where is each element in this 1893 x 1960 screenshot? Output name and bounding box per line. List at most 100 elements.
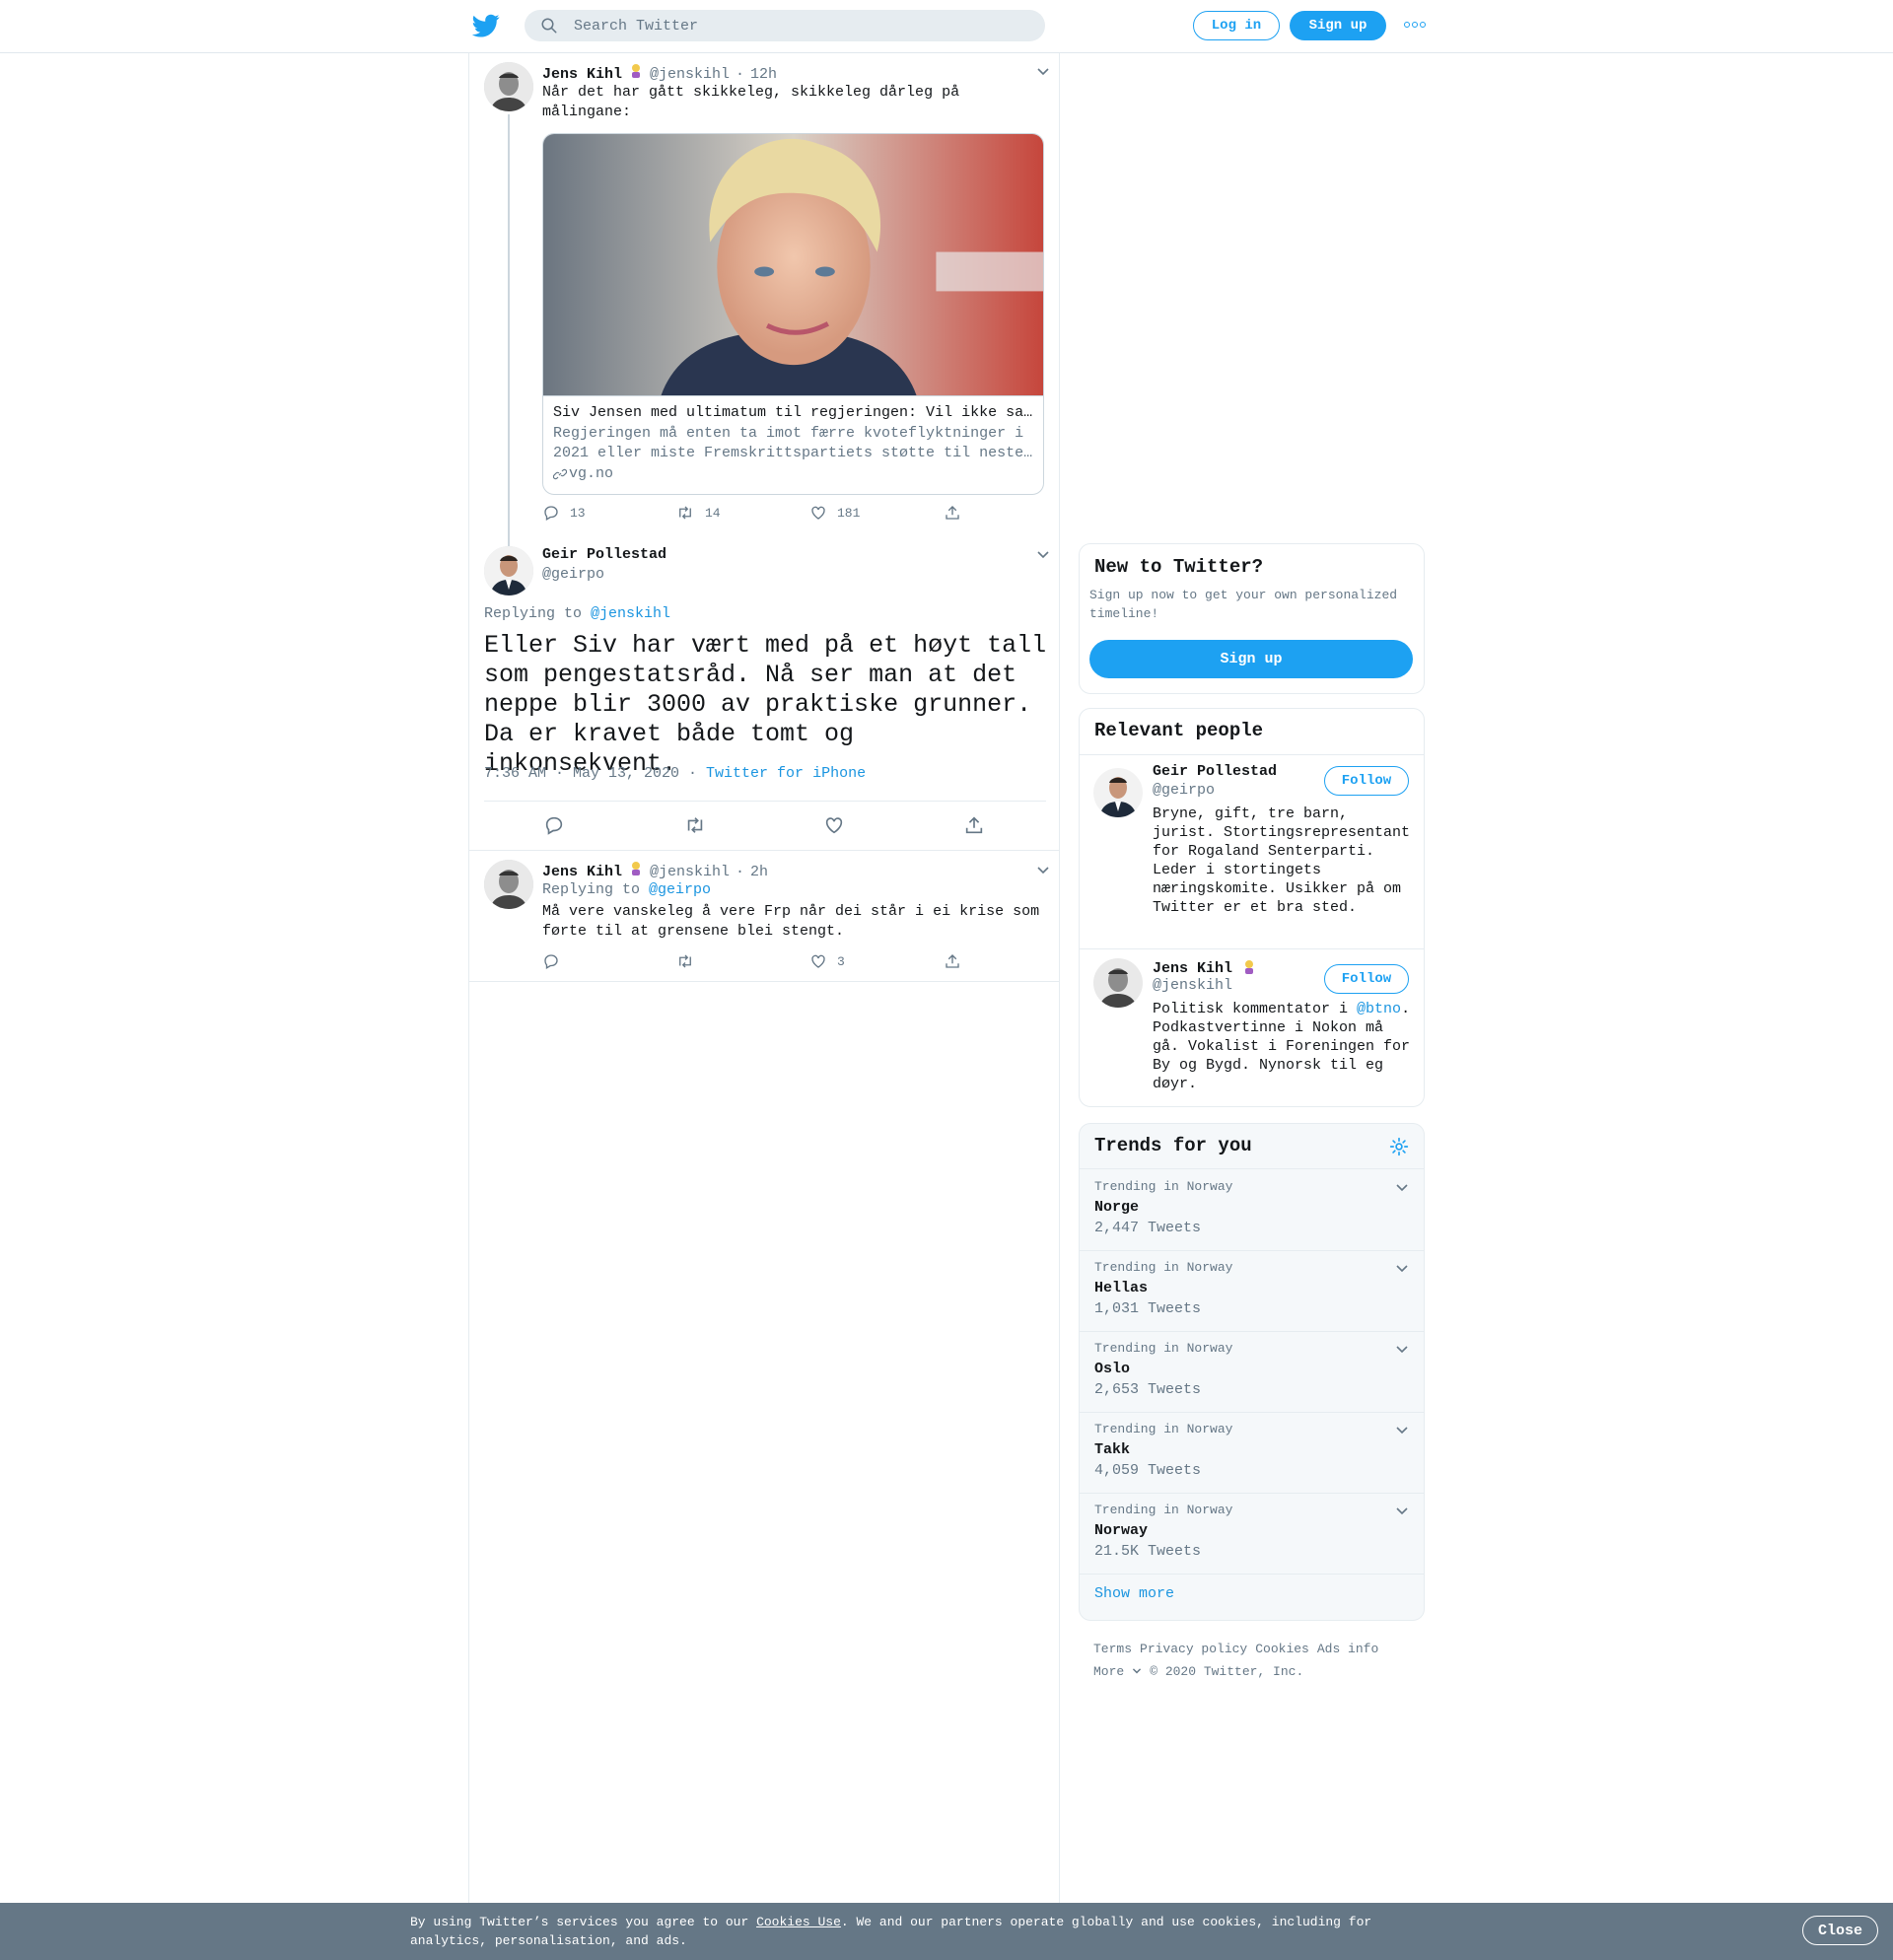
author-name[interactable]: Jens Kihl — [542, 864, 622, 880]
dot-separator: · — [736, 66, 745, 83]
heart-icon — [825, 817, 843, 834]
gear-icon[interactable] — [1389, 1137, 1409, 1156]
trend-context: Trending in Norway — [1094, 1341, 1233, 1356]
more-options-icon[interactable] — [1404, 22, 1426, 28]
reply-icon — [544, 506, 558, 521]
like-button[interactable] — [823, 814, 845, 836]
chevron-down-icon[interactable] — [1395, 1506, 1409, 1516]
mention-link[interactable]: @geirpo — [649, 881, 711, 898]
like-count: 3 — [837, 953, 845, 969]
footer-link-ads[interactable]: Ads info — [1317, 1642, 1378, 1656]
chevron-down-icon[interactable] — [1036, 866, 1050, 875]
share-button[interactable] — [944, 504, 961, 522]
trend-count: 1,031 Tweets — [1094, 1300, 1202, 1317]
person-name[interactable]: Jens Kihl — [1153, 958, 1257, 977]
divider — [469, 850, 1059, 851]
mention-link[interactable]: @btno — [1357, 1001, 1401, 1017]
search-input[interactable] — [574, 17, 1008, 35]
show-more-link[interactable]: Show more — [1094, 1585, 1174, 1602]
author-handle[interactable]: @jenskihl — [650, 66, 730, 83]
login-button[interactable]: Log in — [1193, 11, 1280, 40]
chevron-down-icon[interactable] — [1036, 67, 1050, 77]
trend-context: Trending in Norway — [1094, 1179, 1233, 1194]
footer-link-cookies[interactable]: Cookies — [1255, 1642, 1309, 1656]
footer-link-terms[interactable]: Terms — [1093, 1642, 1132, 1656]
share-button[interactable] — [963, 814, 985, 836]
tweet-text: Må vere vanskeleg å vere Frp når dei stå… — [542, 903, 1040, 940]
cookies-use-link[interactable]: Cookies Use — [756, 1915, 841, 1929]
trend-name[interactable]: Oslo — [1094, 1361, 1130, 1377]
person-card[interactable]: Jens Kihl @jenskihl Follow Politisk komm… — [1080, 948, 1424, 1106]
footer-link-privacy[interactable]: Privacy policy — [1140, 1642, 1247, 1656]
cookie-close-button[interactable]: Close — [1802, 1916, 1878, 1945]
chevron-down-icon — [1133, 1668, 1142, 1674]
trend-item[interactable]: Trending in Norway Norway 21.5K Tweets — [1080, 1493, 1424, 1574]
author-name[interactable]: Jens Kihl — [542, 66, 622, 83]
search-bar[interactable] — [525, 10, 1045, 41]
follow-button[interactable]: Follow — [1324, 964, 1409, 994]
sidebar-signup-button[interactable]: Sign up — [1089, 640, 1413, 678]
person-handle[interactable]: @geirpo — [1153, 782, 1215, 799]
retweet-button[interactable] — [675, 952, 695, 970]
person-card[interactable]: Geir Pollestad @geirpo Follow Bryne, gif… — [1080, 754, 1424, 948]
retweet-icon — [687, 817, 703, 833]
author-handle[interactable]: @jenskihl — [650, 864, 730, 880]
avatar[interactable] — [1093, 958, 1143, 1008]
copyright: © 2020 Twitter, Inc. — [1150, 1664, 1304, 1679]
trend-name[interactable]: Hellas — [1094, 1280, 1148, 1296]
divider — [1080, 1574, 1424, 1575]
signup-button[interactable]: Sign up — [1290, 11, 1386, 40]
trend-context: Trending in Norway — [1094, 1260, 1233, 1275]
trend-context: Trending in Norway — [1094, 1422, 1233, 1436]
trend-item[interactable]: Trending in Norway Oslo 2,653 Tweets — [1080, 1331, 1424, 1412]
trend-count: 2,653 Tweets — [1094, 1381, 1202, 1398]
chevron-down-icon[interactable] — [1036, 550, 1050, 560]
mention-link[interactable]: @jenskihl — [591, 605, 670, 622]
chevron-down-icon[interactable] — [1395, 1426, 1409, 1435]
trend-name[interactable]: Takk — [1094, 1441, 1130, 1458]
share-button[interactable] — [944, 952, 961, 970]
replying-prefix: Replying to — [484, 605, 592, 622]
heart-icon — [811, 954, 825, 968]
avatar[interactable] — [484, 860, 533, 909]
like-button[interactable]: 3 — [809, 952, 845, 970]
person-name[interactable]: Geir Pollestad — [1153, 763, 1277, 780]
heart-icon — [811, 506, 825, 520]
tweet-source[interactable]: Twitter for iPhone — [706, 765, 866, 782]
cookie-banner: By using Twitter’s services you agree to… — [0, 1903, 1893, 1960]
author-handle[interactable]: @geirpo — [542, 566, 604, 583]
dot-separator: · — [736, 864, 745, 880]
trend-name[interactable]: Norway — [1094, 1522, 1148, 1539]
retweet-button[interactable]: 14 — [675, 504, 721, 522]
emoji-woman-icon — [628, 62, 644, 78]
trend-item[interactable]: Trending in Norway Norge 2,447 Tweets — [1080, 1169, 1424, 1250]
link-card[interactable]: Siv Jensen med ultimatum til regjeringen… — [542, 133, 1044, 495]
conversation-column: Jens Kihl @jenskihl · 12h Når det har gå… — [468, 53, 1060, 1960]
tweet-timestamp[interactable]: 7:36 AM · May 13, 2020 · — [484, 765, 706, 782]
follow-button[interactable]: Follow — [1324, 766, 1409, 796]
chevron-down-icon[interactable] — [1395, 1264, 1409, 1274]
chevron-down-icon[interactable] — [1395, 1345, 1409, 1355]
emoji-woman-icon — [1241, 958, 1257, 974]
tweet-time[interactable]: 12h — [750, 66, 777, 83]
avatar[interactable] — [484, 62, 533, 111]
retweet-button[interactable] — [683, 814, 707, 836]
author-name[interactable]: Geir Pollestad — [542, 546, 666, 563]
tweet-time[interactable]: 2h — [750, 864, 768, 880]
like-button[interactable]: 181 — [809, 504, 860, 522]
avatar[interactable] — [484, 546, 533, 595]
reply-button[interactable] — [542, 952, 560, 970]
reply-button[interactable] — [543, 814, 565, 836]
twitter-bird-icon[interactable] — [471, 12, 501, 39]
footer-more-label: More — [1093, 1664, 1125, 1679]
trend-item[interactable]: Trending in Norway Hellas 1,031 Tweets — [1080, 1250, 1424, 1331]
footer-more[interactable]: More — [1093, 1664, 1142, 1679]
trend-item[interactable]: Trending in Norway Takk 4,059 Tweets — [1080, 1412, 1424, 1493]
trend-name[interactable]: Norge — [1094, 1199, 1139, 1216]
reply-button[interactable]: 13 — [542, 504, 586, 522]
chevron-down-icon[interactable] — [1395, 1183, 1409, 1193]
avatar[interactable] — [1093, 768, 1143, 817]
person-handle[interactable]: @jenskihl — [1153, 977, 1232, 994]
divider — [484, 801, 1046, 802]
trend-count: 21.5K Tweets — [1094, 1543, 1202, 1560]
